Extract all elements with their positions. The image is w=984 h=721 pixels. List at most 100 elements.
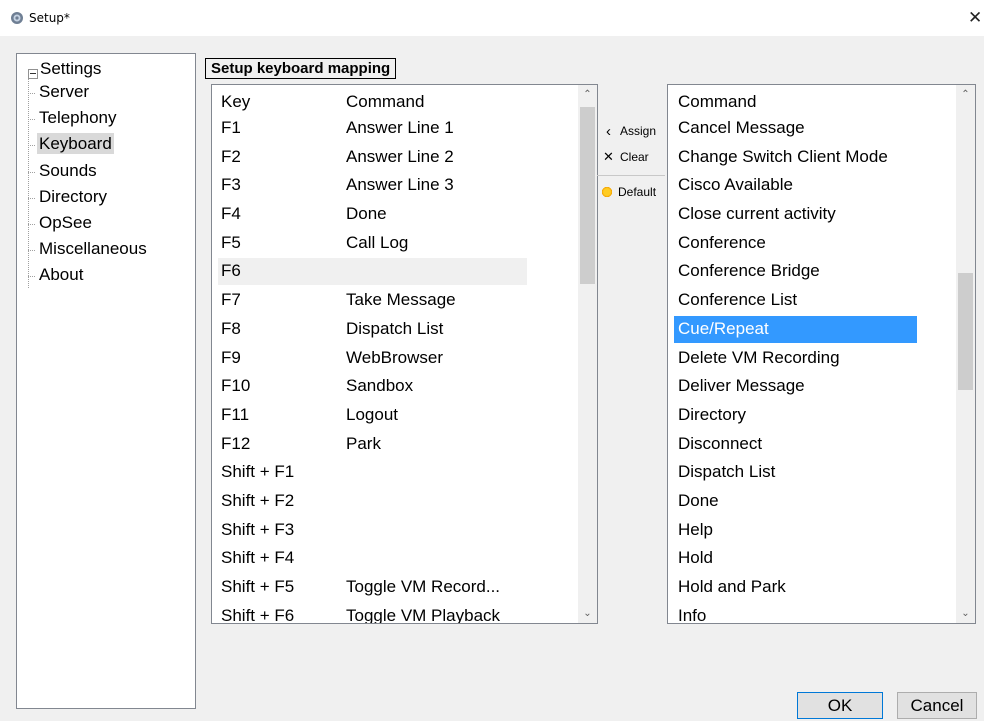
command-list-item[interactable]: Done (668, 487, 956, 516)
action-separator (597, 175, 665, 176)
tree-item-label: Telephony (39, 108, 117, 128)
command-cell: Call Log (346, 232, 409, 252)
assign-button[interactable]: ‹ Assign (601, 120, 656, 142)
key-cell: F9 (221, 347, 241, 367)
default-label: Default (618, 185, 657, 199)
command-list-item[interactable]: Cancel Message (668, 114, 956, 143)
key-mapping-row[interactable]: Shift + F2 (212, 487, 577, 516)
scroll-up-icon[interactable]: ⌃ (960, 89, 971, 100)
command-list-scrollbar[interactable]: ⌃ ⌄ (956, 85, 975, 623)
collapse-icon[interactable] (28, 69, 38, 79)
tree-connector (28, 119, 35, 121)
command-item-label: Close current activity (678, 204, 836, 224)
command-list-item[interactable]: Directory (668, 401, 956, 430)
command-list-item[interactable]: Conference List (668, 286, 956, 315)
key-cell: F5 (221, 232, 241, 252)
command-list-item[interactable]: Help (668, 516, 956, 545)
key-mapping-row[interactable]: F4 Done (212, 200, 577, 229)
key-mapping-row[interactable]: Shift + F3 (212, 516, 577, 545)
key-list-scrollbar[interactable]: ⌃ ⌄ (578, 85, 597, 623)
key-cell: F2 (221, 146, 241, 166)
key-mapping-row[interactable]: F8 Dispatch List (212, 315, 577, 344)
command-list-item[interactable]: Cisco Available (668, 171, 956, 200)
command-cell: Toggle VM Playback (346, 605, 501, 624)
key-mapping-row[interactable]: F12 Park (212, 430, 577, 459)
command-item-label: Conference (678, 232, 766, 252)
tree-item-label: Sounds (39, 160, 97, 180)
key-cell: F7 (221, 290, 241, 310)
scrollbar-thumb[interactable] (580, 107, 595, 284)
key-mapping-row[interactable]: F1 Answer Line 1 (212, 114, 577, 143)
clear-button[interactable]: ✕ Clear (601, 146, 649, 168)
tree-connector (28, 250, 35, 252)
scroll-down-icon[interactable]: ⌄ (960, 608, 971, 619)
key-mapping-row[interactable]: F10 Sandbox (212, 372, 577, 401)
close-icon[interactable]: ✕ (968, 8, 982, 28)
key-mapping-row[interactable]: F5 Call Log (212, 229, 577, 258)
key-mapping-row[interactable]: Shift + F1 (212, 458, 577, 487)
assign-label: Assign (620, 124, 657, 138)
key-mapping-row[interactable]: Shift + F6 Toggle VM Playback (212, 602, 577, 624)
command-list-item[interactable]: Conference (668, 229, 956, 258)
command-list-item[interactable]: Cue/Repeat (668, 315, 956, 344)
tree-connector (28, 145, 35, 147)
tree-item-label: Keyboard (37, 133, 114, 155)
command-cell: Sandbox (346, 376, 414, 396)
key-mapping-row[interactable]: Shift + F5 Toggle VM Record... (212, 573, 577, 602)
command-list-item[interactable]: Info (668, 602, 956, 623)
command-cell: Answer Line 1 (346, 118, 454, 137)
key-mapping-row[interactable]: F2 Answer Line 2 (212, 143, 577, 172)
key-mapping-row[interactable]: F6 (212, 257, 577, 286)
key-mapping-row[interactable]: F9 WebBrowser (212, 344, 577, 373)
command-list-item[interactable]: Dispatch List (668, 458, 956, 487)
key-cell: Shift + F6 (221, 605, 295, 624)
key-mapping-list[interactable]: Key Command F1 Answer Line 1 F2 Answer Line… (211, 84, 598, 624)
command-list-item[interactable]: Conference Bridge (668, 257, 956, 286)
command-item-label: Deliver Message (678, 376, 805, 396)
command-list-item[interactable]: Disconnect (668, 430, 956, 459)
command-list[interactable]: Command Cancel Message Change Switch Clie… (667, 84, 976, 624)
command-list-item[interactable]: Hold and Park (668, 573, 956, 602)
command-cell: Logout (346, 404, 398, 424)
command-cell: WebBrowser (346, 347, 443, 367)
settings-tree[interactable]: Settings Server Telephony Keyboard Sounds Di… (16, 53, 196, 709)
command-list-header: Command (678, 92, 757, 111)
cancel-button[interactable]: Cancel (897, 692, 977, 719)
default-button[interactable]: Default (601, 181, 656, 203)
key-cell: Shift + F3 (221, 519, 295, 539)
command-list-item[interactable]: Close current activity (668, 200, 956, 229)
command-item-label: Directory (678, 404, 747, 424)
scroll-down-icon[interactable]: ⌄ (582, 608, 593, 619)
tree-connector (28, 224, 35, 225)
tree-item-label: Server (39, 82, 90, 101)
tree-connector (28, 276, 35, 278)
command-column-header[interactable]: Command (346, 92, 424, 112)
command-item-label: Cancel Message (678, 118, 805, 137)
tree-item-label: About (39, 265, 84, 285)
command-cell: Park (346, 433, 381, 453)
key-cell: F6 (221, 261, 241, 281)
gear-icon (11, 12, 23, 24)
command-list-item[interactable]: Delete VM Recording (668, 344, 956, 373)
key-mapping-row[interactable]: F11 Logout (212, 401, 577, 430)
key-cell: Shift + F5 (221, 577, 295, 596)
command-list-item[interactable]: Hold (668, 544, 956, 573)
row-highlight (218, 258, 527, 286)
key-column-header[interactable]: Key (221, 92, 250, 112)
scroll-up-icon[interactable]: ⌃ (582, 89, 593, 100)
command-item-label: Dispatch List (678, 462, 776, 482)
window-title: Setup* (29, 11, 70, 25)
key-mapping-row[interactable]: Shift + F4 (212, 544, 577, 573)
ok-button[interactable]: OK (797, 692, 883, 719)
sun-icon (601, 186, 613, 198)
group-label: Setup keyboard mapping (205, 58, 397, 79)
key-list-header: Key Command (212, 85, 577, 114)
scrollbar-thumb[interactable] (958, 273, 973, 390)
command-cell: Take Message (346, 290, 456, 310)
command-list-item[interactable]: Deliver Message (668, 372, 956, 401)
key-cell: F4 (221, 204, 241, 224)
key-mapping-row[interactable]: F7 Take Message (212, 286, 577, 315)
chevron-left-icon: ‹ (606, 122, 611, 140)
key-mapping-row[interactable]: F3 Answer Line 3 (212, 171, 577, 200)
command-list-item[interactable]: Change Switch Client Mode (668, 143, 956, 172)
